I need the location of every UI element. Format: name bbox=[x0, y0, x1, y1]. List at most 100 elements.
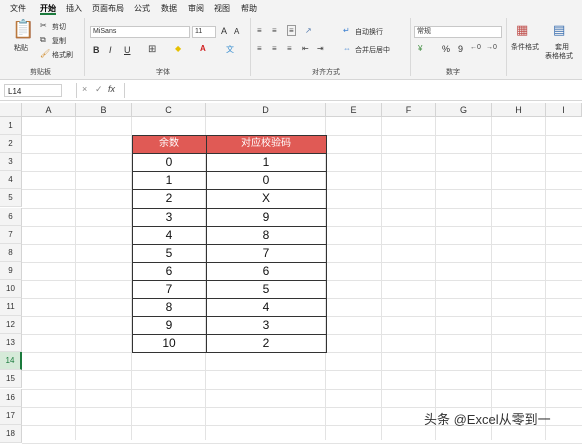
column-header-h[interactable]: H bbox=[492, 103, 546, 117]
tab-formulas[interactable]: 公式 bbox=[134, 3, 150, 14]
wrap-text-icon[interactable]: ↵ bbox=[343, 26, 350, 35]
row-header-4[interactable]: 4 bbox=[0, 171, 22, 190]
percent-format-button[interactable]: % bbox=[442, 44, 450, 54]
row-header-2[interactable]: 2 bbox=[0, 135, 22, 154]
table-cell-check-code[interactable]: X bbox=[206, 189, 326, 207]
row-header-12[interactable]: 12 bbox=[0, 316, 22, 335]
table-format-label-line2[interactable]: 表格格式 bbox=[545, 51, 573, 61]
tab-review[interactable]: 审阅 bbox=[188, 3, 204, 14]
tab-page-layout[interactable]: 页面布局 bbox=[92, 3, 124, 14]
row-header-7[interactable]: 7 bbox=[0, 225, 22, 244]
column-header-g[interactable]: G bbox=[436, 103, 492, 117]
table-cell-check-code[interactable]: 8 bbox=[206, 226, 326, 244]
table-cell-remainder[interactable]: 2 bbox=[132, 189, 206, 207]
increase-decimal-icon[interactable]: ←0 bbox=[470, 44, 481, 51]
name-box[interactable]: L14 bbox=[4, 84, 62, 97]
align-bottom-icon[interactable]: ≡ bbox=[287, 25, 296, 36]
currency-format-icon[interactable]: ¥ bbox=[418, 44, 422, 53]
paste-button-label[interactable]: 粘贴 bbox=[14, 43, 28, 53]
tab-help[interactable]: 帮助 bbox=[241, 3, 257, 14]
table-format-icon[interactable]: ▤ bbox=[553, 22, 565, 38]
row-header-10[interactable]: 10 bbox=[0, 279, 22, 298]
fill-color-icon[interactable]: ◆ bbox=[175, 44, 181, 53]
table-cell-check-code[interactable]: 2 bbox=[206, 334, 326, 352]
format-painter-icon[interactable]: 🖌 bbox=[40, 49, 50, 58]
paste-icon[interactable]: 📋 bbox=[12, 19, 34, 40]
table-cell-remainder[interactable]: 0 bbox=[132, 153, 206, 171]
column-header-i[interactable]: I bbox=[546, 103, 582, 117]
table-cell-remainder[interactable]: 3 bbox=[132, 208, 206, 226]
font-name-select[interactable]: MiSans bbox=[90, 26, 190, 38]
number-format-select[interactable]: 常规 bbox=[414, 26, 502, 38]
column-header-a[interactable]: A bbox=[22, 103, 76, 117]
confirm-icon[interactable]: ✓ bbox=[95, 84, 103, 95]
conditional-format-icon[interactable]: ▦ bbox=[516, 22, 528, 38]
copy-icon[interactable]: ⧉ bbox=[40, 35, 46, 45]
wrap-text-button-label[interactable]: 自动换行 bbox=[355, 27, 383, 37]
row-header-1[interactable]: 1 bbox=[0, 117, 22, 136]
tab-view[interactable]: 视图 bbox=[214, 3, 230, 14]
align-middle-icon[interactable]: ≡ bbox=[272, 26, 277, 35]
table-cell-remainder[interactable]: 4 bbox=[132, 226, 206, 244]
phonetic-icon[interactable]: 文 bbox=[226, 44, 234, 55]
row-header-9[interactable]: 9 bbox=[0, 261, 22, 280]
row-header-5[interactable]: 5 bbox=[0, 189, 22, 208]
copy-button-label[interactable]: 复制 bbox=[52, 36, 66, 46]
align-left-icon[interactable]: ≡ bbox=[257, 44, 262, 53]
cut-icon[interactable]: ✂ bbox=[40, 21, 47, 30]
bold-button[interactable]: B bbox=[93, 45, 100, 55]
table-cell-check-code[interactable]: 0 bbox=[206, 171, 326, 189]
table-cell-check-code[interactable]: 9 bbox=[206, 208, 326, 226]
row-header-11[interactable]: 11 bbox=[0, 298, 22, 317]
align-right-icon[interactable]: ≡ bbox=[287, 44, 292, 53]
decrease-decimal-icon[interactable]: →0 bbox=[486, 44, 497, 51]
table-cell-remainder[interactable]: 8 bbox=[132, 298, 206, 316]
row-header-8[interactable]: 8 bbox=[0, 243, 22, 262]
italic-button[interactable]: I bbox=[109, 45, 112, 55]
row-header-18[interactable]: 18 bbox=[0, 424, 22, 443]
table-header-check-code[interactable]: 对应校验码 bbox=[206, 135, 326, 154]
column-header-e[interactable]: E bbox=[326, 103, 382, 117]
column-header-c[interactable]: C bbox=[132, 103, 206, 117]
font-size-select[interactable]: 11 bbox=[192, 26, 216, 38]
table-cell-remainder[interactable]: 7 bbox=[132, 280, 206, 298]
row-header-16[interactable]: 16 bbox=[0, 388, 22, 407]
table-cell-check-code[interactable]: 5 bbox=[206, 280, 326, 298]
column-header-b[interactable]: B bbox=[76, 103, 132, 117]
orientation-icon[interactable]: ↗ bbox=[305, 26, 312, 35]
table-cell-remainder[interactable]: 6 bbox=[132, 262, 206, 280]
row-header-15[interactable]: 15 bbox=[0, 370, 22, 389]
table-cell-check-code[interactable]: 3 bbox=[206, 316, 326, 334]
comma-format-button[interactable]: 9 bbox=[458, 44, 463, 54]
row-header-14[interactable]: 14 bbox=[0, 352, 22, 371]
table-cell-check-code[interactable]: 1 bbox=[206, 153, 326, 171]
row-header-6[interactable]: 6 bbox=[0, 207, 22, 226]
merge-center-button-label[interactable]: 合并后居中 bbox=[355, 45, 390, 55]
formula-input[interactable] bbox=[126, 83, 578, 98]
align-center-icon[interactable]: ≡ bbox=[272, 44, 277, 53]
row-header-3[interactable]: 3 bbox=[0, 153, 22, 172]
table-cell-check-code[interactable]: 7 bbox=[206, 244, 326, 262]
cancel-icon[interactable]: × bbox=[82, 84, 87, 94]
border-icon[interactable]: ⊞ bbox=[148, 44, 156, 55]
merge-center-icon[interactable]: ⇔ bbox=[343, 44, 351, 53]
table-cell-remainder[interactable]: 9 bbox=[132, 316, 206, 334]
row-header-17[interactable]: 17 bbox=[0, 406, 22, 425]
table-cell-remainder[interactable]: 10 bbox=[132, 334, 206, 352]
row-header-13[interactable]: 13 bbox=[0, 334, 22, 353]
column-header-d[interactable]: D bbox=[206, 103, 326, 117]
format-painter-label[interactable]: 格式刷 bbox=[52, 50, 73, 60]
table-cell-check-code[interactable]: 6 bbox=[206, 262, 326, 280]
decrease-indent-icon[interactable]: ⇤ bbox=[302, 44, 309, 53]
table-cell-remainder[interactable]: 1 bbox=[132, 171, 206, 189]
conditional-format-label[interactable]: 条件格式 bbox=[511, 42, 539, 52]
tab-insert[interactable]: 插入 bbox=[66, 3, 82, 14]
tab-file[interactable]: 文件 bbox=[10, 3, 26, 14]
insert-function-icon[interactable]: fx bbox=[108, 84, 115, 94]
font-color-icon[interactable]: A bbox=[200, 44, 206, 53]
underline-button[interactable]: U bbox=[124, 45, 131, 55]
table-cell-remainder[interactable]: 5 bbox=[132, 244, 206, 262]
select-all-corner[interactable] bbox=[0, 103, 22, 117]
column-header-f[interactable]: F bbox=[382, 103, 436, 117]
align-top-icon[interactable]: ≡ bbox=[257, 26, 262, 35]
